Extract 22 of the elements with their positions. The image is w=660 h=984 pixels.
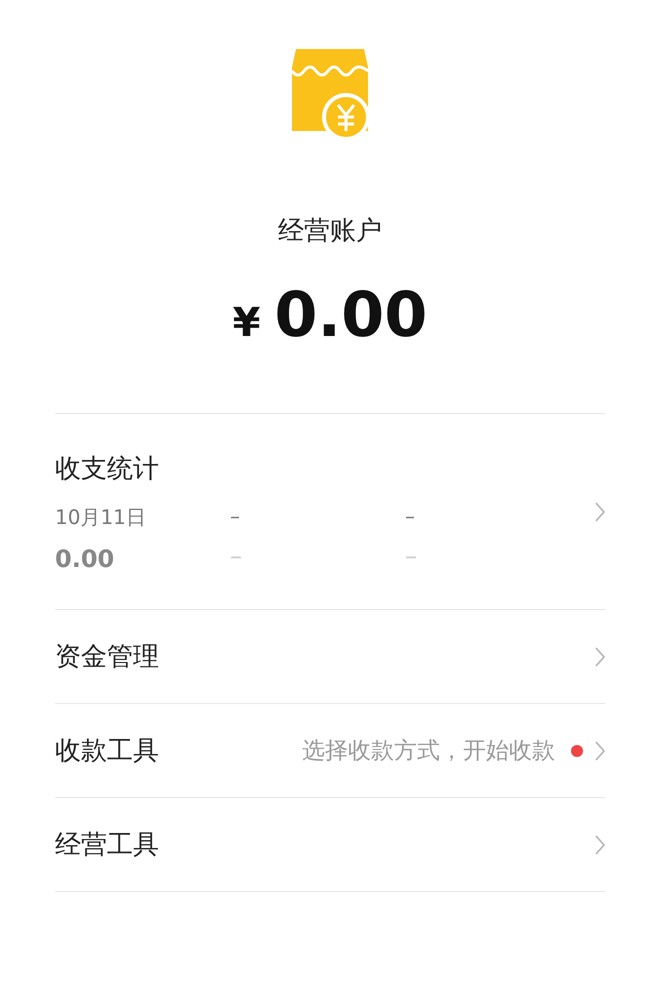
menu-row[interactable]: 资金管理 <box>55 610 605 704</box>
balance-amount: 0.00 <box>274 278 428 351</box>
stat-label: – <box>230 504 241 528</box>
menu-hint: 选择收款方式，开始收款 <box>302 737 555 766</box>
stat-label: – <box>405 504 416 528</box>
menu-label: 经营工具 <box>55 829 159 862</box>
stats-row[interactable]: 收支统计 10月11日 0.00 – – – – <box>55 414 605 610</box>
menu-row[interactable]: 经营工具 <box>55 798 605 892</box>
chevron-icon <box>595 740 605 760</box>
stat-value: – <box>405 542 418 570</box>
stat-label: 10月11日 <box>55 504 147 530</box>
chevron-icon <box>595 834 605 854</box>
menu-row[interactable]: 收款工具 选择收款方式，开始收款 <box>55 704 605 798</box>
chevron-icon <box>595 502 605 522</box>
currency-symbol: ¥ <box>232 300 260 346</box>
stats-title: 收支统计 <box>55 452 160 486</box>
stat-value: 0.00 <box>55 544 116 572</box>
chevron-icon <box>595 646 605 666</box>
menu-label: 收款工具 <box>55 735 159 768</box>
stat-value: – <box>230 542 243 570</box>
menu-label: 资金管理 <box>55 641 159 674</box>
account-title: 经营账户 <box>278 215 382 248</box>
